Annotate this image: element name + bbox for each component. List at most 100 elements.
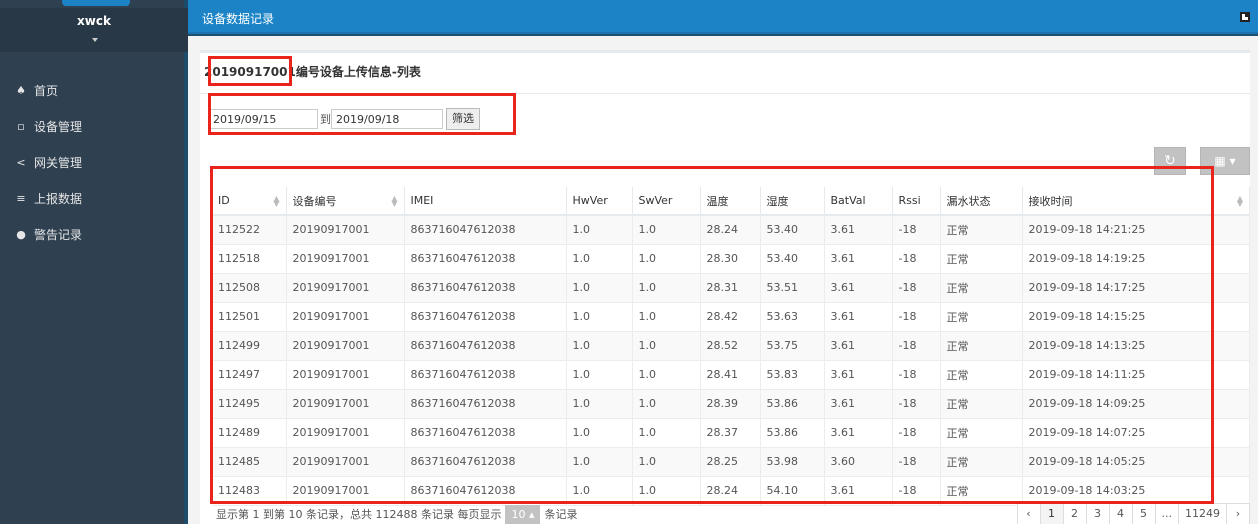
table-cell: 53.63 bbox=[760, 302, 825, 332]
table-cell: 1.0 bbox=[632, 389, 701, 419]
sidebar-item-label: 设备管理 bbox=[34, 119, 83, 134]
column-header[interactable]: BatVal bbox=[824, 187, 893, 216]
table-cell: 28.42 bbox=[700, 302, 761, 332]
user-block[interactable]: xwck bbox=[0, 8, 188, 52]
table-cell: -18 bbox=[892, 476, 941, 506]
table-row[interactable]: 112489 20190917001 863716047612038 1.0 1.0 28… bbox=[212, 418, 1250, 448]
column-header[interactable]: 漏水状态 bbox=[940, 187, 1023, 216]
page-size-select[interactable]: 10 ▴ bbox=[505, 505, 541, 524]
table-cell: 1.0 bbox=[566, 418, 633, 448]
top-bar: 设备数据记录 bbox=[188, 0, 1258, 34]
table-row[interactable]: 112518 20190917001 863716047612038 1.0 1.0 28… bbox=[212, 244, 1250, 274]
records-table: ID ▲ ▼ 设备编号 ▲ ▼ IMEI HwVer SwVer 温度 湿度 BatVal Rssi 漏水… bbox=[212, 187, 1250, 506]
table-row[interactable]: 112522 20190917001 863716047612038 1.0 1.0 28… bbox=[212, 215, 1250, 245]
table-cell: 2019-09-18 14:05:25 bbox=[1022, 447, 1250, 477]
column-header-label: IMEI bbox=[410, 194, 434, 207]
table-cell: 112501 bbox=[212, 302, 287, 332]
table-cell: 1.0 bbox=[566, 360, 633, 390]
refresh-button[interactable]: ↻ bbox=[1154, 147, 1186, 175]
table-cell: 20190917001 bbox=[286, 418, 405, 448]
table-cell: 2019-09-18 14:03:25 bbox=[1022, 476, 1250, 506]
table-cell: 112483 bbox=[212, 476, 287, 506]
column-header[interactable]: SwVer bbox=[632, 187, 701, 216]
column-header[interactable]: 温度 bbox=[700, 187, 761, 216]
table-cell: 112489 bbox=[212, 418, 287, 448]
table-row[interactable]: 112508 20190917001 863716047612038 1.0 1.0 28… bbox=[212, 273, 1250, 303]
info-icon: ● bbox=[16, 227, 26, 241]
fullscreen-icon[interactable] bbox=[1240, 12, 1250, 22]
column-header[interactable]: Rssi bbox=[892, 187, 941, 216]
table-cell: 112518 bbox=[212, 244, 287, 274]
table-cell: -18 bbox=[892, 389, 941, 419]
table-cell: 28.24 bbox=[700, 476, 761, 506]
refresh-icon: ↻ bbox=[1164, 153, 1176, 169]
table-row[interactable]: 112501 20190917001 863716047612038 1.0 1.0 28… bbox=[212, 302, 1250, 332]
table-row[interactable]: 112483 20190917001 863716047612038 1.0 1.0 28… bbox=[212, 476, 1250, 506]
column-header-label: 设备编号 bbox=[292, 194, 337, 208]
device-id-title: 20190917001 bbox=[204, 65, 296, 79]
table-cell: 863716047612038 bbox=[404, 389, 567, 419]
column-header[interactable]: ID ▲ ▼ bbox=[212, 187, 287, 216]
data-panel: 20190917001编号设备上传信息-列表 到 筛选 ↻ ▦ ▾ ID▲▼设备… bbox=[200, 50, 1250, 524]
to-label: 到 bbox=[320, 113, 331, 126]
sidebar-item-1[interactable]: ▫ 设备管理 bbox=[0, 108, 188, 144]
table-cell: 112522 bbox=[212, 215, 287, 245]
table-cell: -18 bbox=[892, 302, 941, 332]
table-cell: 3.61 bbox=[824, 215, 893, 245]
page-link[interactable]: ‹ bbox=[1016, 503, 1041, 524]
chevron-down-icon[interactable] bbox=[92, 38, 98, 42]
share-icon: < bbox=[16, 155, 26, 169]
title-suffix: 编号设备上传信息-列表 bbox=[295, 65, 421, 79]
end-date-input[interactable] bbox=[331, 109, 443, 129]
filter-button[interactable]: 筛选 bbox=[446, 108, 480, 130]
sidebar-item-0[interactable]: ♠ 首页 bbox=[0, 72, 188, 108]
table-row[interactable]: 112497 20190917001 863716047612038 1.0 1.0 28… bbox=[212, 360, 1250, 390]
table-cell: 863716047612038 bbox=[404, 476, 567, 506]
page-link[interactable]: 3 bbox=[1085, 503, 1110, 524]
page-link[interactable]: 4 bbox=[1108, 503, 1133, 524]
table-cell: 863716047612038 bbox=[404, 273, 567, 303]
table-cell: 20190917001 bbox=[286, 215, 405, 245]
sort-icon[interactable]: ▲ ▼ bbox=[391, 195, 397, 208]
table-cell: 1.0 bbox=[566, 389, 633, 419]
column-header[interactable]: 湿度 bbox=[760, 187, 825, 216]
table-cell: 1.0 bbox=[566, 447, 633, 477]
column-header[interactable]: HwVer bbox=[566, 187, 633, 216]
database-icon: ≡ bbox=[16, 191, 26, 205]
column-header[interactable]: 接收时间 ▲ ▼ bbox=[1022, 187, 1250, 216]
sidebar-item-4[interactable]: ● 警告记录 bbox=[0, 216, 188, 252]
table-cell: 28.31 bbox=[700, 273, 761, 303]
table-cell: 正常 bbox=[940, 302, 1023, 332]
info-text-after: 条记录 bbox=[544, 508, 578, 521]
page-link[interactable]: 11249 bbox=[1178, 503, 1227, 524]
page-link[interactable]: 5 bbox=[1131, 503, 1156, 524]
table-cell: 863716047612038 bbox=[404, 447, 567, 477]
columns-button[interactable]: ▦ ▾ bbox=[1200, 147, 1250, 175]
table-cell: 正常 bbox=[940, 331, 1023, 361]
sort-icon[interactable]: ▲ ▼ bbox=[1237, 195, 1243, 208]
sidebar-item-3[interactable]: ≡ 上报数据 bbox=[0, 180, 188, 216]
table-cell: 863716047612038 bbox=[404, 244, 567, 274]
sidebar-item-2[interactable]: < 网关管理 bbox=[0, 144, 188, 180]
column-header[interactable]: IMEI bbox=[404, 187, 567, 216]
table-cell: 53.40 bbox=[760, 215, 825, 245]
table-cell: 20190917001 bbox=[286, 331, 405, 361]
sort-icon[interactable]: ▲ ▼ bbox=[273, 195, 279, 208]
page-link[interactable]: ... bbox=[1154, 503, 1179, 524]
table-cell: 2019-09-18 14:13:25 bbox=[1022, 331, 1250, 361]
column-header[interactable]: 设备编号 ▲ ▼ bbox=[286, 187, 405, 216]
divider bbox=[200, 93, 1250, 94]
table-cell: 2019-09-18 14:11:25 bbox=[1022, 360, 1250, 390]
column-header-label: 湿度 bbox=[766, 194, 789, 208]
table-row[interactable]: 112495 20190917001 863716047612038 1.0 1.0 28… bbox=[212, 389, 1250, 419]
table-row[interactable]: 112485 20190917001 863716047612038 1.0 1.0 28… bbox=[212, 447, 1250, 477]
page-link[interactable]: › bbox=[1226, 503, 1250, 524]
table-row[interactable]: 112499 20190917001 863716047612038 1.0 1.0 28… bbox=[212, 331, 1250, 361]
table-cell: 20190917001 bbox=[286, 389, 405, 419]
sidebar-item-label: 警告记录 bbox=[34, 227, 83, 242]
page-link[interactable]: 2 bbox=[1062, 503, 1087, 524]
start-date-input[interactable] bbox=[208, 109, 318, 129]
table-cell: 1.0 bbox=[632, 273, 701, 303]
page-link[interactable]: 1 bbox=[1039, 503, 1064, 524]
table-cell: 28.52 bbox=[700, 331, 761, 361]
